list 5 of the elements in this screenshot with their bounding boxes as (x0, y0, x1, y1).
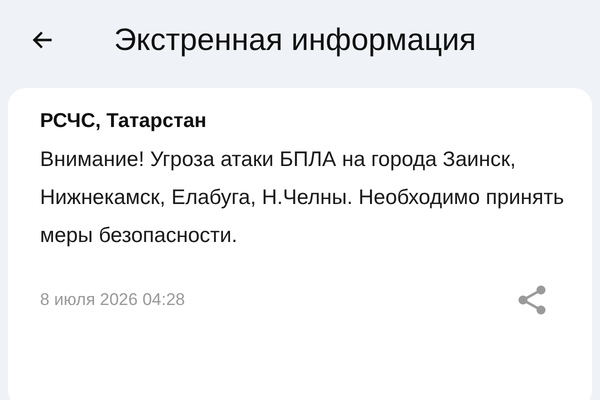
share-icon[interactable] (518, 285, 546, 315)
screen-title: Экстренная информация (114, 22, 476, 58)
message-date: 8 июля 2026 04:28 (40, 290, 185, 310)
message-text: Внимание! Угроза атаки БПЛА на города Заинск, Нижнекамск, Елабуга, Н.Челны. Необходимо принять меры безопасности. (40, 147, 566, 249)
sender-name: РСЧС, Татарстан (40, 110, 208, 133)
